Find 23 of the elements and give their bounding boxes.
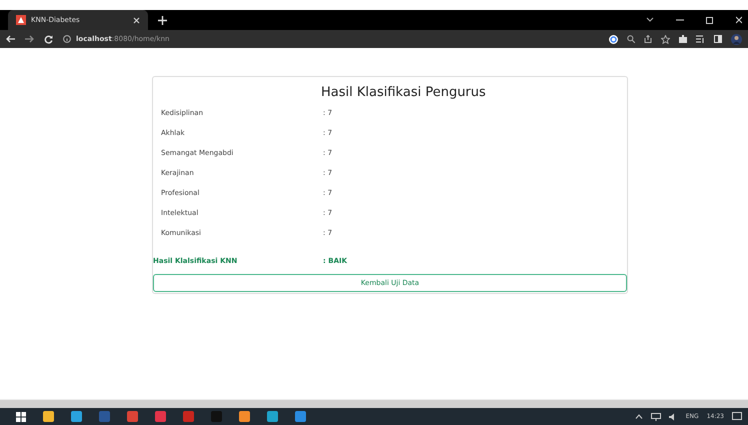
network-icon[interactable]	[650, 412, 661, 420]
card-title: Hasil Klasifikasi Pengurus	[321, 85, 486, 100]
playlist-icon[interactable]	[696, 35, 705, 43]
chevron-icon[interactable]	[646, 17, 654, 23]
share-icon[interactable]	[644, 35, 652, 43]
scrollbar[interactable]	[0, 399, 748, 408]
star-icon[interactable]	[661, 34, 670, 44]
notification-icon[interactable]	[732, 412, 742, 422]
forward-icon[interactable]	[25, 35, 34, 43]
zoom-icon[interactable]	[627, 35, 635, 43]
reload-icon[interactable]	[44, 34, 53, 44]
new-tab-icon[interactable]	[158, 16, 167, 24]
side-panel-icon[interactable]	[714, 35, 722, 43]
close-icon[interactable]	[736, 16, 742, 24]
windows-icon[interactable]	[16, 412, 26, 422]
restore-icon[interactable]	[706, 16, 714, 24]
favicon-icon	[16, 15, 26, 25]
minimize-icon[interactable]	[676, 19, 684, 21]
chevron-up-icon[interactable]	[634, 414, 643, 419]
back-icon[interactable]	[6, 35, 15, 43]
avatar-icon[interactable]	[731, 34, 742, 44]
close-icon[interactable]	[133, 16, 140, 24]
info-icon[interactable]	[63, 35, 71, 43]
